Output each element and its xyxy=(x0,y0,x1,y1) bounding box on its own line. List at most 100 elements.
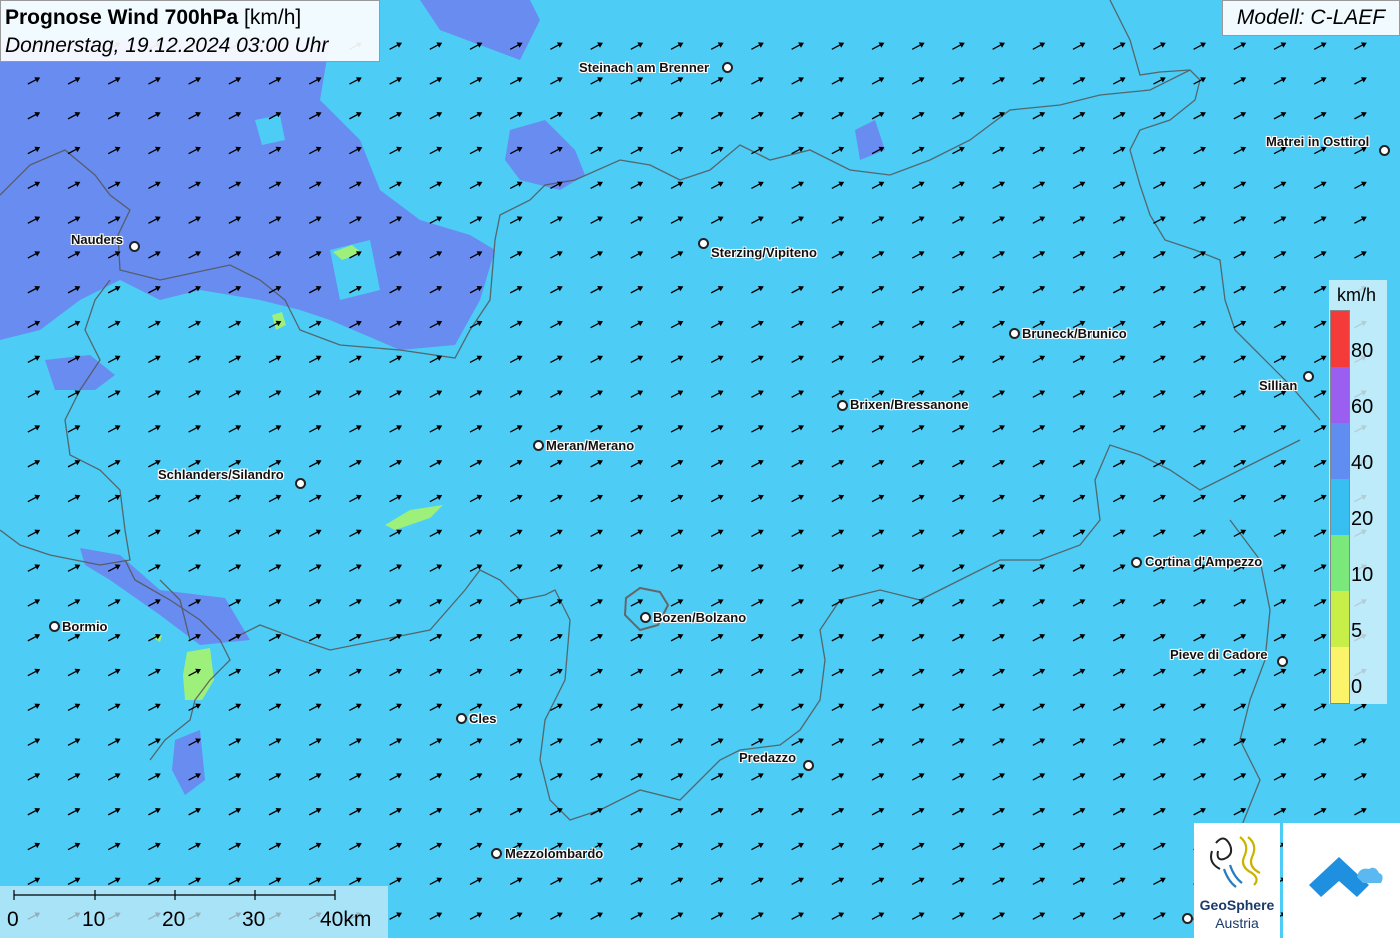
wind-arrow xyxy=(67,773,81,781)
wind-arrow xyxy=(791,320,804,329)
city-marker[interactable] xyxy=(1131,557,1142,568)
city-marker[interactable] xyxy=(49,621,60,632)
wind-arrow xyxy=(1072,425,1086,433)
wind-arrow xyxy=(871,494,885,503)
wind-arrow xyxy=(429,703,443,712)
wind-arrow xyxy=(550,146,563,155)
city-label-nauders[interactable]: Nauders xyxy=(71,232,123,247)
wind-arrow xyxy=(389,355,402,364)
wind-arrow xyxy=(590,808,603,816)
legend-label: 40 xyxy=(1351,452,1374,474)
city-marker[interactable] xyxy=(1277,656,1288,667)
wind-arrow xyxy=(67,668,81,677)
city-marker[interactable] xyxy=(491,848,502,859)
wind-arrow xyxy=(107,390,121,398)
wind-arrow xyxy=(871,355,885,364)
wind-arrow xyxy=(107,112,121,120)
city-marker[interactable] xyxy=(722,62,733,73)
wind-arrow xyxy=(1193,181,1206,190)
wind-arrow xyxy=(710,529,724,538)
geosphere-logo[interactable]: GeoSphere Austria xyxy=(1194,823,1280,938)
wind-arrow xyxy=(791,42,804,50)
city-label-pieve[interactable]: Pieve di Cadore xyxy=(1170,647,1268,662)
legend-swatch-0 xyxy=(1331,647,1349,703)
city-marker[interactable] xyxy=(129,241,140,252)
wind-arrow xyxy=(831,112,845,120)
city-label-predazzo[interactable]: Predazzo xyxy=(739,750,796,765)
wind-arrow xyxy=(228,216,242,224)
city-label-meran[interactable]: Meran/Merano xyxy=(546,438,634,453)
wind-arrow xyxy=(1233,251,1247,259)
city-label-bormio[interactable]: Bormio xyxy=(62,619,108,634)
city-marker[interactable] xyxy=(803,760,814,771)
city-label-matrei[interactable]: Matrei in Osttirol xyxy=(1266,134,1369,149)
wind-forecast-map[interactable]: Prognose Wind 700hPa [km/h] Donnerstag, … xyxy=(0,0,1400,938)
city-marker[interactable] xyxy=(1303,371,1314,382)
city-marker[interactable] xyxy=(837,400,848,411)
city-marker[interactable] xyxy=(295,478,306,489)
wind-arrow xyxy=(630,425,644,433)
wind-arrow xyxy=(67,216,81,224)
wind-arrow xyxy=(509,668,523,677)
city-label-sterzing[interactable]: Sterzing/Vipiteno xyxy=(711,245,817,260)
wind-arrow xyxy=(67,390,81,398)
wind-arrow xyxy=(710,77,724,85)
city-marker[interactable] xyxy=(533,440,544,451)
wind-arrow xyxy=(710,912,724,920)
wind-arrow xyxy=(188,286,201,294)
wind-arrow xyxy=(751,355,764,364)
wind-arrow xyxy=(1233,286,1247,294)
wind-arrow xyxy=(188,146,201,155)
city-marker[interactable] xyxy=(698,238,709,249)
partner-logo[interactable] xyxy=(1283,823,1400,938)
wind-arrow xyxy=(670,738,684,746)
wind-arrow xyxy=(710,877,724,886)
wind-arrow xyxy=(1032,703,1046,712)
wind-arrow xyxy=(1193,286,1206,294)
wind-arrow xyxy=(710,668,724,677)
city-label-mezzolombardo[interactable]: Mezzolombardo xyxy=(505,846,603,861)
city-label-bozen[interactable]: Bozen/Bolzano xyxy=(653,610,746,625)
city-label-cles[interactable]: Cles xyxy=(469,711,496,726)
wind-arrow xyxy=(389,738,402,746)
wind-arrow xyxy=(1032,634,1046,642)
city-marker[interactable] xyxy=(1182,913,1193,924)
wind-arrow xyxy=(952,529,965,538)
wind-arrow xyxy=(992,146,1005,155)
city-marker[interactable] xyxy=(1379,145,1390,156)
wind-arrow xyxy=(349,112,362,120)
wind-arrow xyxy=(27,529,41,538)
wind-arrow xyxy=(751,460,764,468)
wind-arrow xyxy=(1273,251,1287,259)
wind-arrow xyxy=(27,808,41,816)
wind-arrow xyxy=(469,460,483,468)
wind-arrow xyxy=(429,494,443,503)
wind-arrow xyxy=(1233,425,1247,433)
wind-arrow xyxy=(67,112,81,120)
legend-swatch-10 xyxy=(1331,535,1349,592)
city-marker[interactable] xyxy=(456,713,467,724)
city-label-brixen[interactable]: Brixen/Bressanone xyxy=(850,397,969,412)
city-label-sillian[interactable]: Sillian xyxy=(1259,378,1297,393)
wind-arrow xyxy=(992,877,1005,886)
wind-arrow xyxy=(1233,529,1247,538)
wind-arrow xyxy=(1153,773,1166,781)
city-label-cortina[interactable]: Cortina d'Ampezzo xyxy=(1145,554,1262,569)
wind-arrow xyxy=(228,668,242,677)
wind-arrow xyxy=(751,668,764,677)
wind-arrow xyxy=(911,355,925,364)
wind-arrow xyxy=(1072,773,1086,781)
city-label-schlanders[interactable]: Schlanders/Silandro xyxy=(158,467,284,482)
city-marker[interactable] xyxy=(1009,328,1020,339)
wind-arrow xyxy=(550,251,563,259)
city-label-steinach[interactable]: Steinach am Brenner xyxy=(579,60,709,75)
city-marker[interactable] xyxy=(640,612,651,623)
wind-arrow xyxy=(670,42,684,50)
wind-arrow xyxy=(831,460,845,468)
wind-arrow xyxy=(871,877,885,886)
wind-arrow xyxy=(550,738,563,746)
city-label-bruneck[interactable]: Bruneck/Brunico xyxy=(1022,326,1127,341)
wind-arrow xyxy=(1072,216,1086,224)
wind-arrow xyxy=(268,738,282,746)
wind-arrow xyxy=(268,286,282,294)
